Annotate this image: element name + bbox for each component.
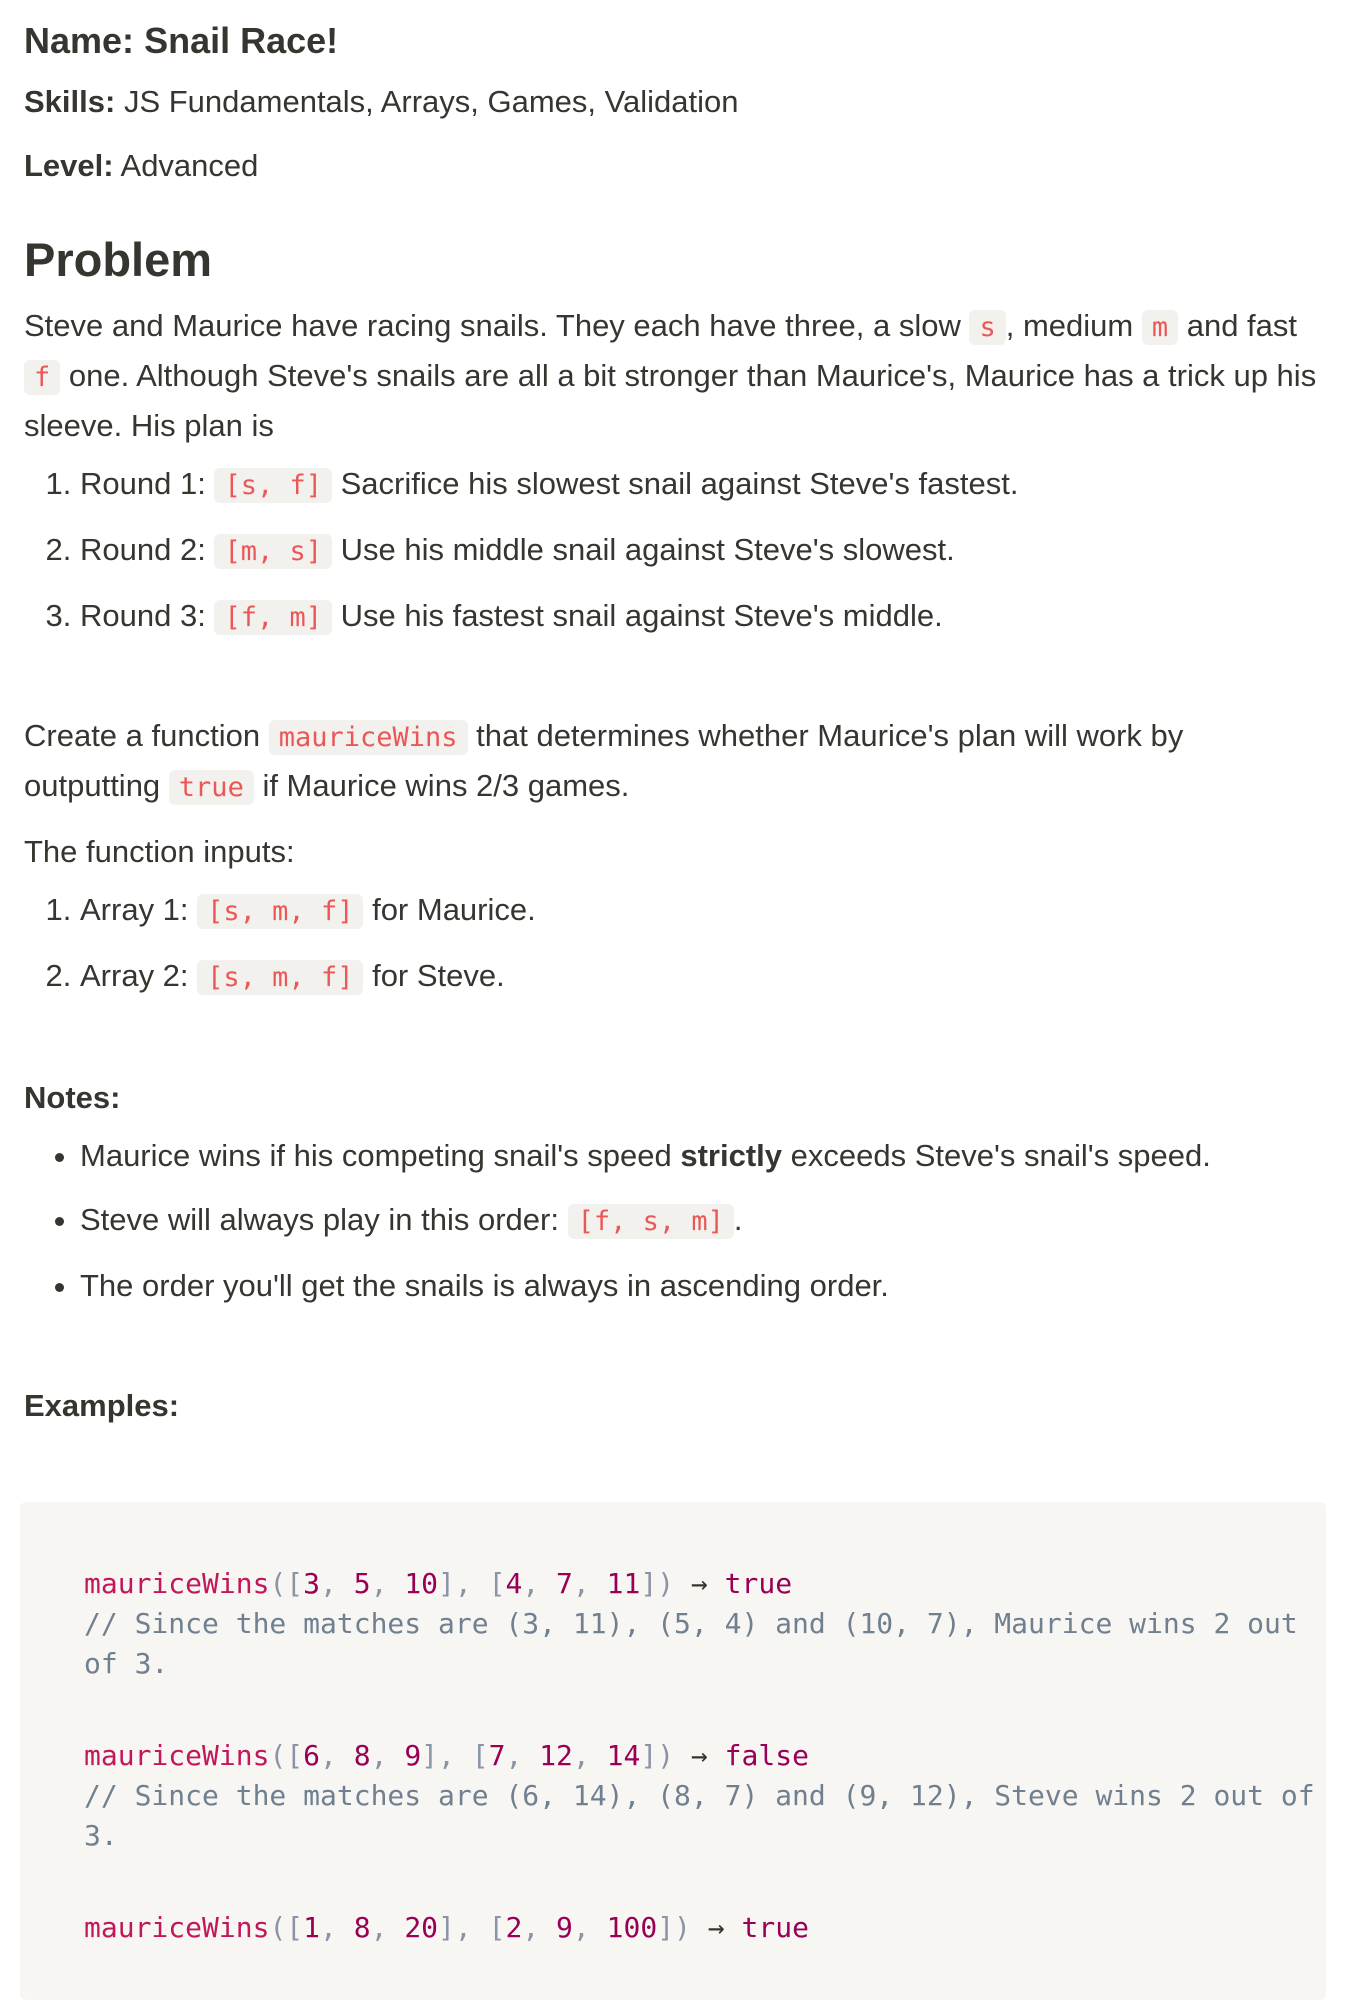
problem-intro: Steve and Maurice have racing snails. Th… bbox=[24, 302, 1322, 450]
examples-heading: Examples: bbox=[24, 1388, 180, 1423]
input-label: Array 2: bbox=[80, 958, 198, 993]
round-label: Round 3: bbox=[80, 598, 215, 633]
example-2-call: mauriceWins([6, 8, 9], [7, 12, 14]) → fa… bbox=[84, 1739, 809, 1772]
level-line: Level: Advanced bbox=[24, 146, 1322, 186]
true-code: true bbox=[168, 770, 254, 805]
intro-text-4: one. Although Steve's snails are all a b… bbox=[24, 358, 1317, 443]
input-text: for Steve. bbox=[363, 958, 505, 993]
example-1-comment: // Since the matches are (3, 11), (5, 4)… bbox=[84, 1607, 1298, 1640]
create-text-3: if Maurice wins 2/3 games. bbox=[253, 768, 630, 803]
round-label: Round 2: bbox=[80, 532, 215, 567]
input-code: [s, m, f] bbox=[197, 894, 364, 929]
medium-code: m bbox=[1141, 310, 1179, 345]
round-code: [m, s] bbox=[214, 534, 332, 569]
examples-code-block: mauriceWins([3, 5, 10], [4, 7, 11]) → tr… bbox=[20, 1502, 1326, 2000]
example-2-comment-cont: 3. bbox=[84, 1819, 118, 1852]
example-1-comment-cont: of 3. bbox=[84, 1647, 169, 1680]
notes-list: Maurice wins if his competing snail's sp… bbox=[24, 1124, 1322, 1318]
intro-text-2: , medium bbox=[1005, 308, 1142, 343]
round-item: Round 2: [m, s] Use his middle snail aga… bbox=[80, 518, 1322, 584]
create-text-1: Create a function bbox=[24, 718, 269, 753]
level-value: Advanced bbox=[120, 148, 259, 183]
name-label: Name: bbox=[24, 20, 135, 61]
input-item: Array 2: [s, m, f] for Steve. bbox=[80, 944, 1322, 1010]
round-item: Round 3: [f, m] Use his fastest snail ag… bbox=[80, 584, 1322, 650]
example-2-comment: // Since the matches are (6, 14), (8, 7)… bbox=[84, 1779, 1315, 1812]
rounds-list: Round 1: [s, f] Sacrifice his slowest sn… bbox=[24, 452, 1322, 650]
function-name-code: mauriceWins bbox=[268, 720, 468, 755]
example-3-call: mauriceWins([1, 8, 20], [2, 9, 100]) → t… bbox=[84, 1911, 809, 1944]
note-text: exceeds Steve's snail's speed. bbox=[782, 1138, 1211, 1173]
name-value: Snail Race! bbox=[144, 20, 339, 61]
round-item: Round 1: [s, f] Sacrifice his slowest sn… bbox=[80, 452, 1322, 518]
input-code: [s, m, f] bbox=[197, 960, 364, 995]
input-text: for Maurice. bbox=[363, 892, 536, 927]
create-function-paragraph: Create a function mauriceWins that deter… bbox=[24, 712, 1322, 812]
intro-text-1: Steve and Maurice have racing snails. Th… bbox=[24, 308, 970, 343]
round-label: Round 1: bbox=[80, 466, 215, 501]
skills-label: Skills: bbox=[24, 84, 116, 119]
meta-block: Name: Snail Race! Skills: JS Fundamental… bbox=[24, 0, 1322, 186]
note-text: The order you'll get the snails is alway… bbox=[80, 1268, 889, 1303]
note-bold: strictly bbox=[680, 1138, 783, 1173]
skills-value: JS Fundamentals, Arrays, Games, Validati… bbox=[123, 84, 739, 119]
notes-heading: Notes: bbox=[24, 1080, 121, 1115]
note-item: Steve will always play in this order: [f… bbox=[80, 1188, 1322, 1254]
note-text: Maurice wins if his competing snail's sp… bbox=[80, 1138, 681, 1173]
input-item: Array 1: [s, m, f] for Maurice. bbox=[80, 878, 1322, 944]
input-label: Array 1: bbox=[80, 892, 198, 927]
round-text: Use his fastest snail against Steve's mi… bbox=[331, 598, 943, 633]
intro-text-3: and fast bbox=[1178, 308, 1298, 343]
note-item: The order you'll get the snails is alway… bbox=[80, 1254, 1322, 1318]
fast-code: f bbox=[24, 360, 61, 395]
round-text: Sacrifice his slowest snail against Stev… bbox=[331, 466, 1019, 501]
slow-code: s bbox=[969, 310, 1006, 345]
round-text: Use his middle snail against Steve's slo… bbox=[331, 532, 955, 567]
round-code: [s, f] bbox=[214, 468, 332, 503]
note-text: Steve will always play in this order: bbox=[80, 1202, 568, 1237]
inputs-intro: The function inputs: bbox=[24, 834, 295, 869]
document-page: Name: Snail Race! Skills: JS Fundamental… bbox=[0, 0, 1346, 1430]
order-code: [f, s, m] bbox=[567, 1204, 734, 1239]
name-line: Name: Snail Race! bbox=[24, 18, 1322, 64]
round-code: [f, m] bbox=[214, 600, 332, 635]
inputs-list: Array 1: [s, m, f] for Maurice. Array 2:… bbox=[24, 878, 1322, 1010]
note-item: Maurice wins if his competing snail's sp… bbox=[80, 1124, 1322, 1188]
note-text: . bbox=[733, 1202, 743, 1237]
skills-line: Skills: JS Fundamentals, Arrays, Games, … bbox=[24, 82, 1322, 122]
example-1-call: mauriceWins([3, 5, 10], [4, 7, 11]) → tr… bbox=[84, 1567, 793, 1600]
level-label: Level: bbox=[24, 148, 114, 183]
problem-heading: Problem bbox=[24, 233, 213, 286]
